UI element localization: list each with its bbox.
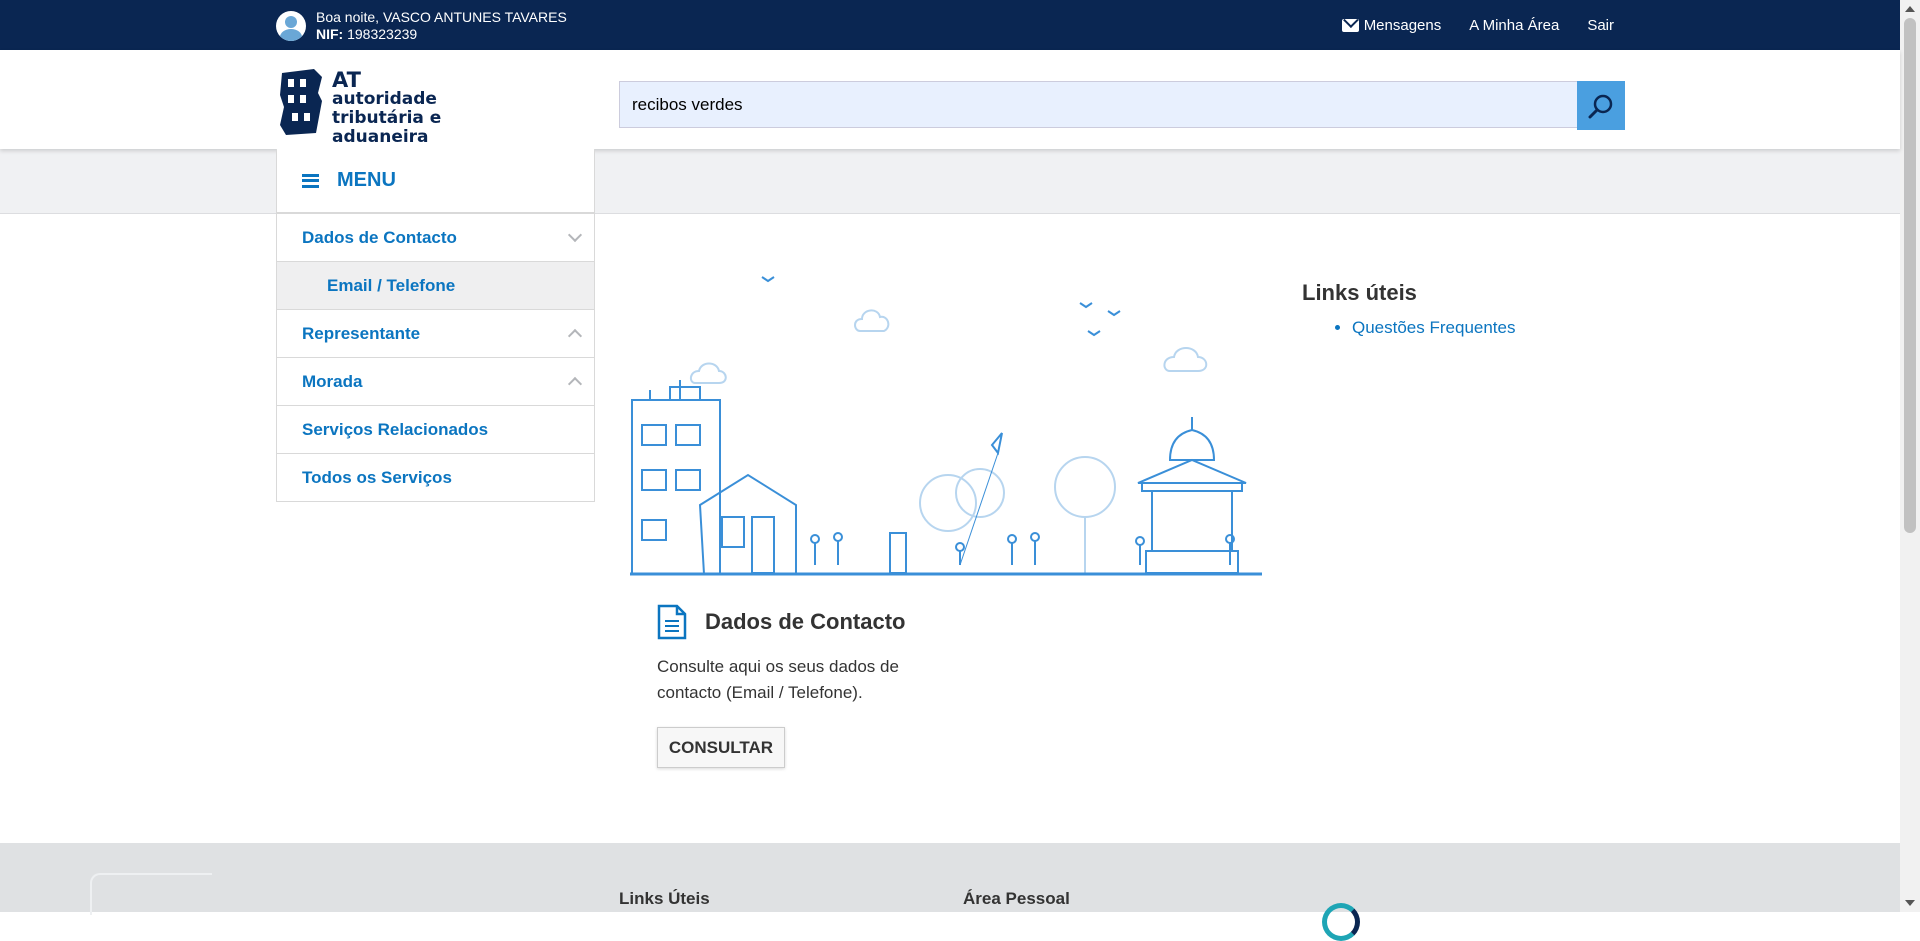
menu-item-servicos-relacionados[interactable]: Serviços Relacionados [277, 405, 594, 453]
scroll-thumb[interactable] [1904, 18, 1916, 533]
useful-links-title: Links úteis [1302, 280, 1417, 305]
search-bar [619, 81, 1625, 130]
card-description: Consulte aqui os seus dados de contacto … [657, 657, 899, 702]
logo-line-2: autoridade [332, 89, 437, 109]
link-questoes-frequentes[interactable]: Questões Frequentes [1352, 318, 1515, 338]
user-info: Boa noite, VASCO ANTUNES TAVARES NIF: 19… [276, 9, 567, 43]
card-title-text: Dados de Contacto [705, 609, 906, 634]
menu-item-label: Representante [302, 323, 421, 343]
search-button[interactable] [1577, 81, 1625, 130]
nif-value: 198323239 [347, 26, 418, 42]
footer-decoration [90, 873, 212, 915]
logo-text: AT autoridade tributária e aduaneira [332, 68, 538, 147]
chevron-up-icon [567, 376, 583, 392]
at-logo-mark-icon [280, 69, 322, 135]
my-area-link[interactable]: A Minha Área [1469, 17, 1559, 34]
nif-label: NIF: [316, 26, 344, 42]
logout-link[interactable]: Sair [1587, 17, 1614, 34]
menu-item-label: Serviços Relacionados [302, 419, 489, 439]
menu-toggle[interactable]: MENU [277, 149, 594, 213]
side-menu: MENU Dados de Contacto Email / Telefone … [276, 149, 595, 502]
city-illustration [630, 276, 1262, 576]
logo-line-3: tributária e aduaneira [332, 108, 442, 147]
menu-item-representante[interactable]: Representante [277, 309, 594, 357]
user-greeting: Boa noite, VASCO ANTUNES TAVARES [316, 9, 567, 25]
chevron-up-icon [567, 328, 583, 344]
service-card: Dados de Contacto Consulte aqui os seus … [657, 604, 957, 768]
menu-item-todos-os-servicos[interactable]: Todos os Serviços [277, 453, 594, 501]
menu-item-label: Todos os Serviços [302, 467, 452, 487]
scroll-down-arrow-icon[interactable] [1905, 900, 1915, 906]
card-title: Dados de Contacto [657, 604, 957, 640]
menu-item-morada[interactable]: Morada [277, 357, 594, 405]
page-scrollbar[interactable] [1900, 0, 1920, 912]
messages-label: Mensagens [1363, 16, 1442, 34]
menu-item-label: Dados de Contacto [302, 227, 457, 247]
footer-logo-icon [1322, 903, 1360, 941]
scroll-up-arrow-icon[interactable] [1905, 6, 1915, 12]
footer-links-uteis-title: Links Úteis [619, 889, 710, 908]
messages-link[interactable]: Mensagens [1341, 16, 1442, 34]
menu-item-label: Morada [302, 371, 363, 391]
useful-links-list: Questões Frequentes [1302, 318, 1515, 338]
envelope-icon [1341, 18, 1359, 32]
logo-line-1: AT [332, 68, 361, 92]
user-avatar-icon [276, 11, 306, 41]
user-nif: NIF: 198323239 [316, 26, 567, 43]
document-icon [657, 604, 687, 640]
search-input[interactable] [619, 81, 1579, 128]
menu-item-label: Email / Telefone [327, 275, 456, 295]
top-nav: Mensagens A Minha Área Sair [1314, 0, 1614, 50]
footer: Links Úteis Área Pessoal [0, 843, 1900, 941]
header: AT autoridade tributária e aduaneira [0, 50, 1900, 149]
menu-title: MENU [337, 169, 396, 191]
hamburger-icon [302, 173, 319, 188]
consultar-button[interactable]: CONSULTAR [657, 727, 785, 768]
footer-area-pessoal-title: Área Pessoal [963, 889, 1070, 908]
top-bar: Boa noite, VASCO ANTUNES TAVARES NIF: 19… [0, 0, 1900, 50]
at-logo[interactable]: AT autoridade tributária e aduaneira [278, 67, 538, 147]
search-icon [1588, 94, 1613, 118]
useful-links: Links úteis Questões Frequentes [1302, 280, 1515, 338]
user-text: Boa noite, VASCO ANTUNES TAVARES NIF: 19… [316, 9, 567, 43]
menu-item-email-telefone[interactable]: Email / Telefone [277, 261, 594, 309]
menu-item-dados-de-contacto[interactable]: Dados de Contacto [277, 213, 594, 261]
chevron-down-icon [567, 227, 583, 243]
